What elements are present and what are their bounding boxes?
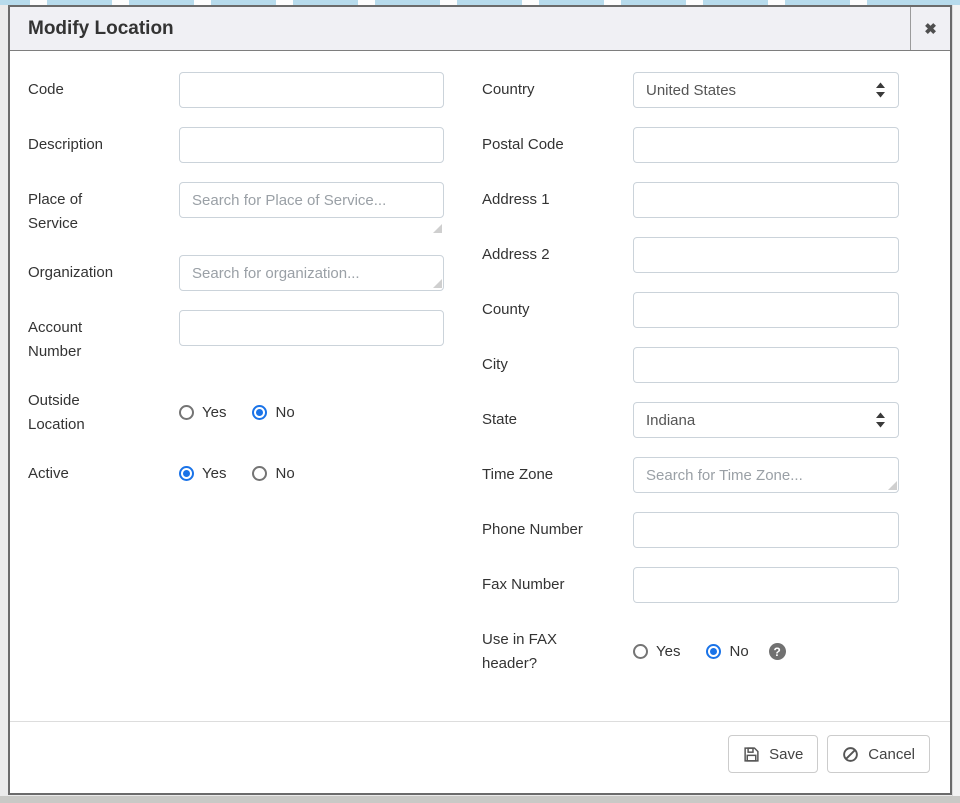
dialog-body: Code Description Place of Service bbox=[10, 51, 950, 721]
account-number-row: Account Number bbox=[28, 310, 444, 364]
city-field[interactable] bbox=[633, 347, 899, 383]
address-2-row: Address 2 bbox=[482, 237, 899, 273]
county-label: County bbox=[482, 292, 633, 328]
resize-grip-icon bbox=[433, 224, 442, 233]
outside-location-no-option[interactable]: No bbox=[252, 404, 294, 421]
address-1-label: Address 1 bbox=[482, 182, 633, 218]
radio-yes-icon[interactable] bbox=[633, 644, 648, 659]
account-number-field[interactable] bbox=[179, 310, 444, 346]
country-label: Country bbox=[482, 72, 633, 108]
radio-no-icon[interactable] bbox=[252, 405, 267, 420]
no-option-label: No bbox=[275, 404, 294, 421]
address-2-field[interactable] bbox=[633, 237, 899, 273]
radio-yes-icon[interactable] bbox=[179, 466, 194, 481]
description-label: Description bbox=[28, 127, 179, 163]
yes-option-label: Yes bbox=[202, 465, 226, 482]
organization-search[interactable] bbox=[179, 255, 444, 291]
state-label: State bbox=[482, 402, 633, 438]
account-number-label: Account Number bbox=[28, 310, 179, 364]
active-label: Active bbox=[28, 456, 179, 486]
cancel-icon bbox=[842, 746, 859, 763]
radio-yes-icon[interactable] bbox=[179, 405, 194, 420]
outside-location-yes-option[interactable]: Yes bbox=[179, 404, 226, 421]
place-of-service-label: Place of Service bbox=[28, 182, 179, 236]
phone-number-label: Phone Number bbox=[482, 512, 633, 548]
organization-row: Organization bbox=[28, 255, 444, 291]
radio-no-icon[interactable] bbox=[252, 466, 267, 481]
radio-no-icon[interactable] bbox=[706, 644, 721, 659]
active-radio-group: Yes No bbox=[179, 456, 444, 486]
save-button-label: Save bbox=[769, 746, 803, 763]
state-select-value: Indiana bbox=[646, 412, 695, 429]
background-bottom-strip bbox=[0, 796, 960, 803]
code-field[interactable] bbox=[179, 72, 444, 108]
active-row: Active Yes No bbox=[28, 456, 444, 486]
fax-header-label: Use in FAX header? bbox=[482, 622, 633, 676]
cancel-button[interactable]: Cancel bbox=[827, 735, 930, 773]
no-option-label: No bbox=[729, 643, 748, 660]
resize-grip-icon bbox=[888, 481, 897, 490]
county-row: County bbox=[482, 292, 899, 328]
cancel-button-label: Cancel bbox=[868, 746, 915, 763]
fax-header-radio-group: Yes No ? bbox=[633, 622, 899, 676]
place-of-service-row: Place of Service bbox=[28, 182, 444, 236]
postal-code-row: Postal Code bbox=[482, 127, 899, 163]
yes-option-label: Yes bbox=[656, 643, 680, 660]
state-select[interactable]: Indiana bbox=[633, 402, 899, 438]
postal-code-label: Postal Code bbox=[482, 127, 633, 163]
left-column: Code Description Place of Service bbox=[28, 72, 444, 695]
time-zone-row: Time Zone bbox=[482, 457, 899, 493]
fax-header-yes-option[interactable]: Yes bbox=[633, 643, 680, 660]
fax-number-field[interactable] bbox=[633, 567, 899, 603]
address-2-label: Address 2 bbox=[482, 237, 633, 273]
code-row: Code bbox=[28, 72, 444, 108]
country-select-value: United States bbox=[646, 82, 736, 99]
address-1-row: Address 1 bbox=[482, 182, 899, 218]
description-field[interactable] bbox=[179, 127, 444, 163]
time-zone-search[interactable] bbox=[633, 457, 899, 493]
help-icon[interactable]: ? bbox=[769, 643, 786, 660]
organization-label: Organization bbox=[28, 255, 179, 291]
fax-number-label: Fax Number bbox=[482, 567, 633, 603]
active-no-option[interactable]: No bbox=[252, 465, 294, 482]
city-label: City bbox=[482, 347, 633, 383]
county-field[interactable] bbox=[633, 292, 899, 328]
close-button[interactable]: ✖ bbox=[910, 7, 950, 50]
right-column: Country United States Postal Code bbox=[482, 72, 899, 695]
background-right-sliver bbox=[952, 5, 960, 796]
code-label: Code bbox=[28, 72, 179, 108]
close-icon: ✖ bbox=[924, 20, 937, 38]
state-row: State Indiana bbox=[482, 402, 899, 438]
country-row: Country United States bbox=[482, 72, 899, 108]
dialog-title: Modify Location bbox=[10, 7, 910, 50]
select-arrows-icon bbox=[875, 412, 886, 428]
fax-header-no-option[interactable]: No bbox=[706, 643, 748, 660]
country-select[interactable]: United States bbox=[633, 72, 899, 108]
save-button[interactable]: Save bbox=[728, 735, 818, 773]
outside-location-radio-group: Yes No bbox=[179, 383, 444, 437]
modify-location-dialog: Modify Location ✖ Code Description bbox=[8, 5, 952, 795]
time-zone-label: Time Zone bbox=[482, 457, 633, 493]
page-background: Modify Location ✖ Code Description bbox=[0, 0, 960, 803]
outside-location-row: Outside Location Yes No bbox=[28, 383, 444, 437]
dialog-footer: Save Cancel bbox=[10, 721, 950, 793]
address-1-field[interactable] bbox=[633, 182, 899, 218]
yes-option-label: Yes bbox=[202, 404, 226, 421]
save-icon bbox=[743, 746, 760, 763]
select-arrows-icon bbox=[875, 82, 886, 98]
dialog-header: Modify Location ✖ bbox=[10, 7, 950, 51]
place-of-service-search[interactable] bbox=[179, 182, 444, 218]
resize-grip-icon bbox=[433, 279, 442, 288]
phone-number-row: Phone Number bbox=[482, 512, 899, 548]
city-row: City bbox=[482, 347, 899, 383]
postal-code-field[interactable] bbox=[633, 127, 899, 163]
phone-number-field[interactable] bbox=[633, 512, 899, 548]
active-yes-option[interactable]: Yes bbox=[179, 465, 226, 482]
no-option-label: No bbox=[275, 465, 294, 482]
outside-location-label: Outside Location bbox=[28, 383, 179, 437]
fax-header-row: Use in FAX header? Yes No ? bbox=[482, 622, 899, 676]
description-row: Description bbox=[28, 127, 444, 163]
fax-number-row: Fax Number bbox=[482, 567, 899, 603]
